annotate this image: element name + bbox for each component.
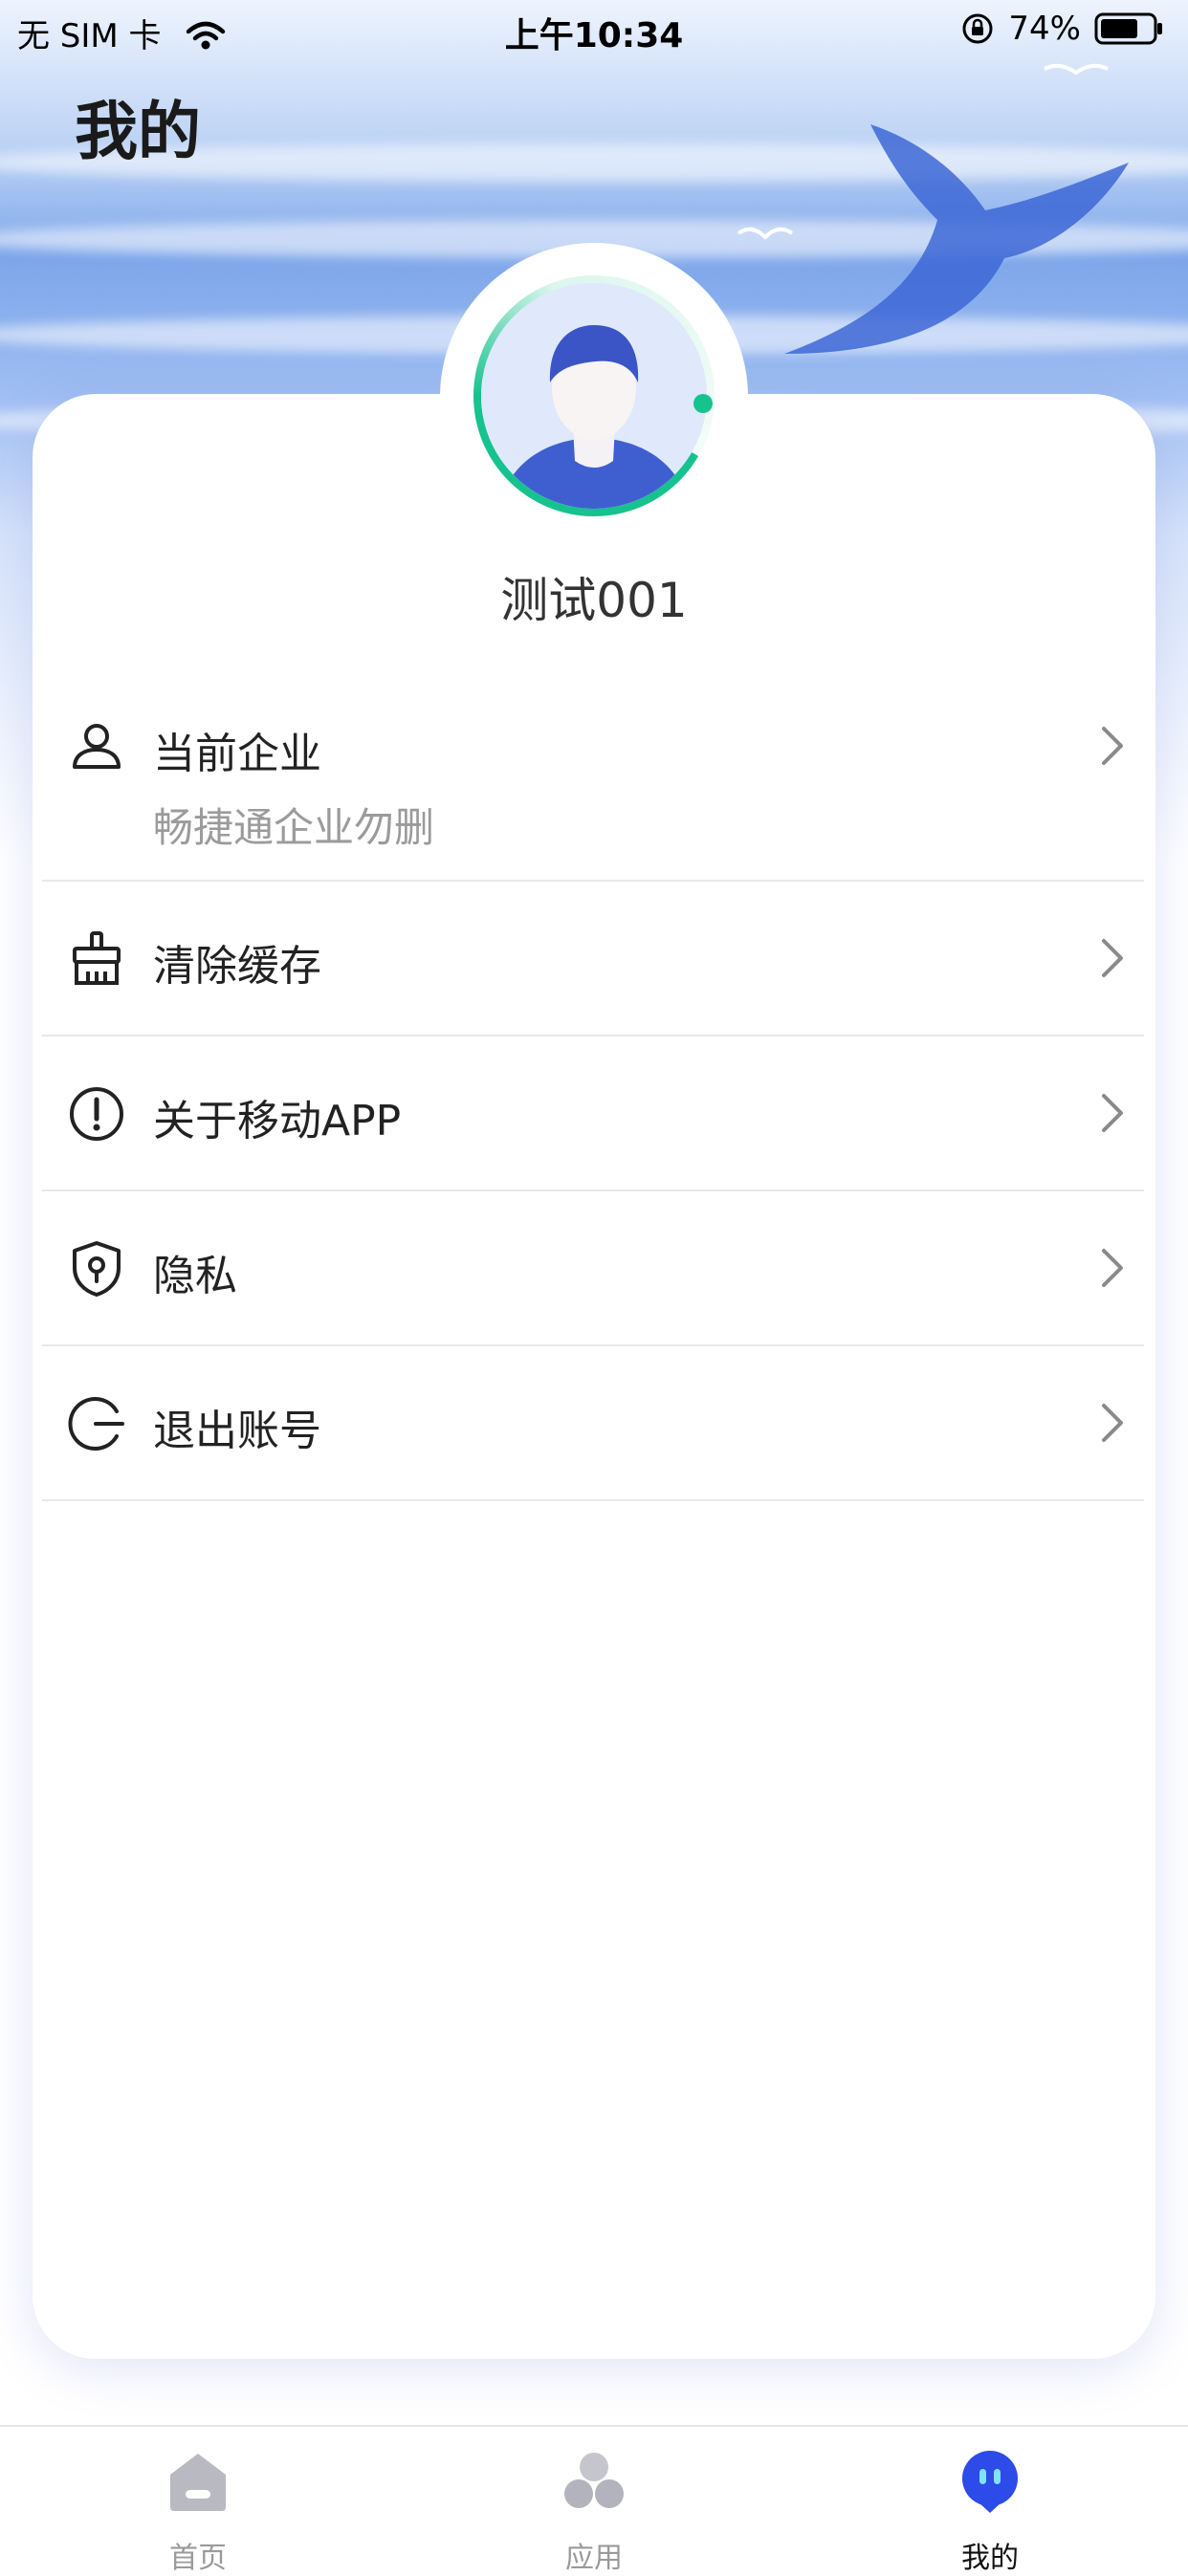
broom-icon xyxy=(73,931,121,985)
menu-item-label: 隐私 xyxy=(153,1252,237,1300)
user-icon xyxy=(73,724,121,769)
menu-item-current-enterprise[interactable]: 当前企业 畅捷通企业勿删 xyxy=(42,688,1144,882)
seagull-illustration xyxy=(1044,63,1109,76)
menu-item-sublabel: 畅捷通企业勿删 xyxy=(153,804,435,851)
shield-icon xyxy=(73,1241,121,1297)
avatar[interactable] xyxy=(473,275,715,516)
person-avatar-icon xyxy=(481,283,707,509)
seagull-illustration xyxy=(737,227,794,240)
menu-item-about-app[interactable]: 关于移动APP xyxy=(42,1037,1144,1191)
page-title: 我的 xyxy=(75,95,201,168)
whale-tail-illustration xyxy=(784,124,1129,354)
tab-bar: 首页 应用 我的 xyxy=(0,2425,1188,2575)
chevron-right-icon xyxy=(1102,727,1123,765)
tab-label: 应用 xyxy=(565,2542,623,2575)
tab-label: 我的 xyxy=(961,2542,1019,2575)
robot-icon xyxy=(962,2451,1018,2513)
tab-home[interactable]: 首页 xyxy=(0,2427,396,2575)
info-icon xyxy=(70,1087,123,1141)
status-bar: 无 SIM 卡 上午10:34 74% xyxy=(0,0,1188,59)
menu-item-privacy[interactable]: 隐私 xyxy=(42,1191,1144,1346)
status-right: 74% xyxy=(960,10,1165,48)
chevron-right-icon xyxy=(1102,939,1123,977)
tab-apps[interactable]: 应用 xyxy=(396,2427,792,2575)
chevron-right-icon xyxy=(1102,1249,1123,1287)
logout-icon xyxy=(68,1397,124,1451)
avatar-ring-dot xyxy=(693,394,713,413)
orientation-lock-icon xyxy=(962,13,993,44)
menu-item-logout[interactable]: 退出账号 xyxy=(42,1346,1144,1501)
battery-icon xyxy=(1094,12,1162,45)
apps-icon xyxy=(564,2453,624,2508)
username: 测试001 xyxy=(500,573,688,628)
battery-percent: 74% xyxy=(1008,10,1081,48)
chevron-right-icon xyxy=(1102,1404,1123,1442)
menu-item-label: 清除缓存 xyxy=(153,942,321,991)
tab-mine[interactable]: 我的 xyxy=(792,2427,1188,2575)
menu-item-clear-cache[interactable]: 清除缓存 xyxy=(42,882,1144,1037)
menu-item-label: 当前企业 xyxy=(153,730,321,778)
menu-item-label: 关于移动APP xyxy=(153,1097,402,1146)
menu-item-label: 退出账号 xyxy=(153,1407,321,1455)
home-icon xyxy=(170,2454,226,2511)
avatar-image xyxy=(481,283,707,509)
tab-label: 首页 xyxy=(169,2542,227,2575)
chevron-right-icon xyxy=(1102,1094,1123,1132)
